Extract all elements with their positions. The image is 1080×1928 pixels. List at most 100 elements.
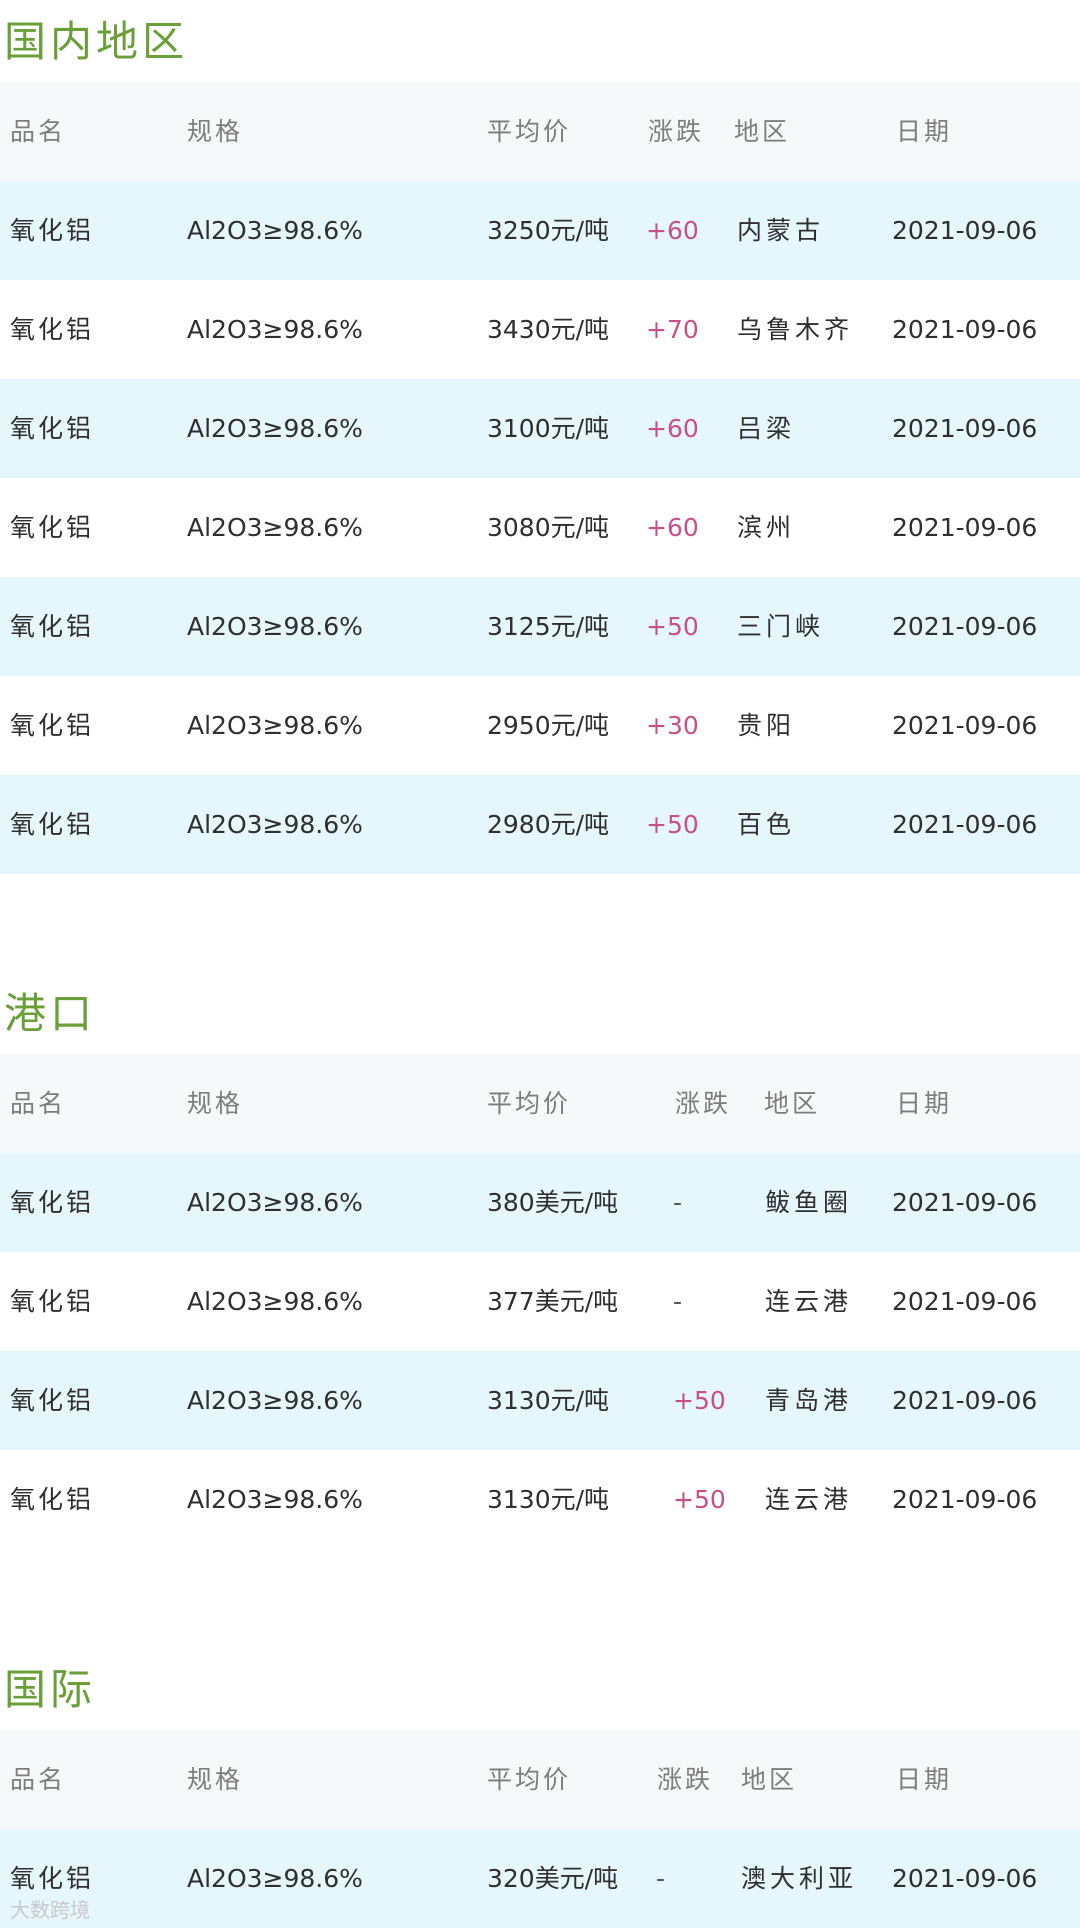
section-title-international: 国际 [4,1665,97,1714]
cell-change: +70 [646,315,699,344]
cell-date: 2021-09-06 [892,315,1038,344]
table-row: 氧化铝 Al2O3≥98.6% 3430元/吨 +70 乌鲁木齐 2021-09… [0,280,1080,379]
cell-change: +60 [646,414,699,443]
cell-date: 2021-09-06 [892,612,1038,641]
cell-price: 3130元/吨 [487,1485,610,1514]
cell-price: 2980元/吨 [487,810,610,839]
cell-spec: Al2O3≥98.6% [187,1188,363,1217]
header-name: 品名 [10,1089,67,1118]
section-title-domestic: 国内地区 [4,17,189,66]
table-row: 氧化铝 Al2O3≥98.6% 2980元/吨 +50 百色 2021-09-0… [0,775,1080,874]
cell-name: 氧化铝 [10,810,95,839]
cell-region: 内蒙古 [737,216,825,245]
cell-change: +30 [646,711,699,740]
cell-price: 380美元/吨 [487,1188,619,1217]
cell-price: 3130元/吨 [487,1386,610,1415]
cell-price: 3250元/吨 [487,216,610,245]
cell-spec: Al2O3≥98.6% [187,1386,363,1415]
section-title-port: 港口 [4,989,97,1038]
table-row: 氧化铝 Al2O3≥98.6% 2950元/吨 +30 贵阳 2021-09-0… [0,676,1080,775]
cell-date: 2021-09-06 [892,1386,1038,1415]
cell-price: 3430元/吨 [487,315,610,344]
cell-region: 贵阳 [737,711,796,740]
table-row: 氧化铝 Al2O3≥98.6% 3130元/吨 +50 青岛港 2021-09-… [0,1351,1080,1450]
table-row: 氧化铝 Al2O3≥98.6% 3100元/吨 +60 吕梁 2021-09-0… [0,379,1080,478]
cell-spec: Al2O3≥98.6% [187,612,363,641]
cell-region: 滨州 [737,513,796,542]
cell-change: +60 [646,216,699,245]
cell-name: 氧化铝 [10,711,95,740]
header-spec: 规格 [187,117,244,146]
watermark-text: 大数跨境 [10,1898,90,1922]
cell-change: - [656,1864,666,1893]
cell-region: 鲅鱼圈 [765,1188,853,1217]
cell-spec: Al2O3≥98.6% [187,216,363,245]
cell-change: +50 [646,810,699,839]
table-header-row: 品名 规格 平均价 涨跌 地区 日期 [0,82,1080,181]
cell-date: 2021-09-06 [892,513,1038,542]
cell-change: - [673,1188,683,1217]
cell-date: 2021-09-06 [892,711,1038,740]
table-row: 氧化铝 Al2O3≥98.6% 3125元/吨 +50 三门峡 2021-09-… [0,577,1080,676]
cell-change: +50 [673,1386,726,1415]
cell-region: 连云港 [765,1287,853,1316]
header-date: 日期 [896,117,953,146]
table-row: 氧化铝 Al2O3≥98.6% 377美元/吨 - 连云港 2021-09-06 [0,1252,1080,1351]
cell-date: 2021-09-06 [892,1188,1038,1217]
table-row: 氧化铝 Al2O3≥98.6% 3080元/吨 +60 滨州 2021-09-0… [0,478,1080,577]
cell-name: 氧化铝 [10,1386,95,1415]
cell-region: 乌鲁木齐 [737,315,854,344]
cell-name: 氧化铝 [10,612,95,641]
cell-name: 氧化铝 [10,414,95,443]
header-date: 日期 [896,1089,953,1118]
cell-spec: Al2O3≥98.6% [187,315,363,344]
cell-date: 2021-09-06 [892,216,1038,245]
cell-spec: Al2O3≥98.6% [187,414,363,443]
cell-change: +50 [646,612,699,641]
cell-change: - [673,1287,683,1316]
cell-date: 2021-09-06 [892,1287,1038,1316]
header-change: 涨跌 [648,117,705,146]
cell-date: 2021-09-06 [892,414,1038,443]
header-date: 日期 [896,1765,953,1794]
cell-date: 2021-09-06 [892,1864,1038,1893]
cell-region: 三门峡 [737,612,825,641]
header-change: 涨跌 [675,1089,732,1118]
table-row: 氧化铝 Al2O3≥98.6% 380美元/吨 - 鲅鱼圈 2021-09-06 [0,1153,1080,1252]
cell-region: 百色 [737,810,796,839]
cell-name: 氧化铝 [10,1485,95,1514]
cell-price: 3100元/吨 [487,414,610,443]
cell-price: 3080元/吨 [487,513,610,542]
cell-date: 2021-09-06 [892,810,1038,839]
header-price: 平均价 [487,1765,572,1794]
cell-spec: Al2O3≥98.6% [187,810,363,839]
watermark-logo: 大数跨境 [10,1894,90,1923]
cell-name: 氧化铝 [10,315,95,344]
cell-date: 2021-09-06 [892,1485,1038,1514]
cell-spec: Al2O3≥98.6% [187,1485,363,1514]
table-header-row: 品名 规格 平均价 涨跌 地区 日期 [0,1054,1080,1153]
header-spec: 规格 [187,1765,244,1794]
header-region: 地区 [764,1089,821,1118]
header-spec: 规格 [187,1089,244,1118]
header-change: 涨跌 [657,1765,714,1794]
header-region: 地区 [734,117,791,146]
cell-spec: Al2O3≥98.6% [187,711,363,740]
header-price: 平均价 [487,1089,572,1118]
cell-region: 连云港 [765,1485,853,1514]
cell-price: 377美元/吨 [487,1287,619,1316]
cell-spec: Al2O3≥98.6% [187,1287,363,1316]
table-row: 氧化铝 Al2O3≥98.6% 320美元/吨 - 澳大利亚 2021-09-0… [0,1829,1080,1928]
header-name: 品名 [10,1765,67,1794]
cell-region: 吕梁 [737,414,796,443]
cell-name: 氧化铝 [10,216,95,245]
cell-name: 氧化铝 [10,513,95,542]
cell-name: 氧化铝 [10,1188,95,1217]
cell-price: 320美元/吨 [487,1864,619,1893]
header-price: 平均价 [487,117,572,146]
table-row: 氧化铝 Al2O3≥98.6% 3130元/吨 +50 连云港 2021-09-… [0,1450,1080,1549]
table-row: 氧化铝 Al2O3≥98.6% 3250元/吨 +60 内蒙古 2021-09-… [0,181,1080,280]
cell-price: 3125元/吨 [487,612,610,641]
cell-region: 青岛港 [765,1386,853,1415]
cell-price: 2950元/吨 [487,711,610,740]
